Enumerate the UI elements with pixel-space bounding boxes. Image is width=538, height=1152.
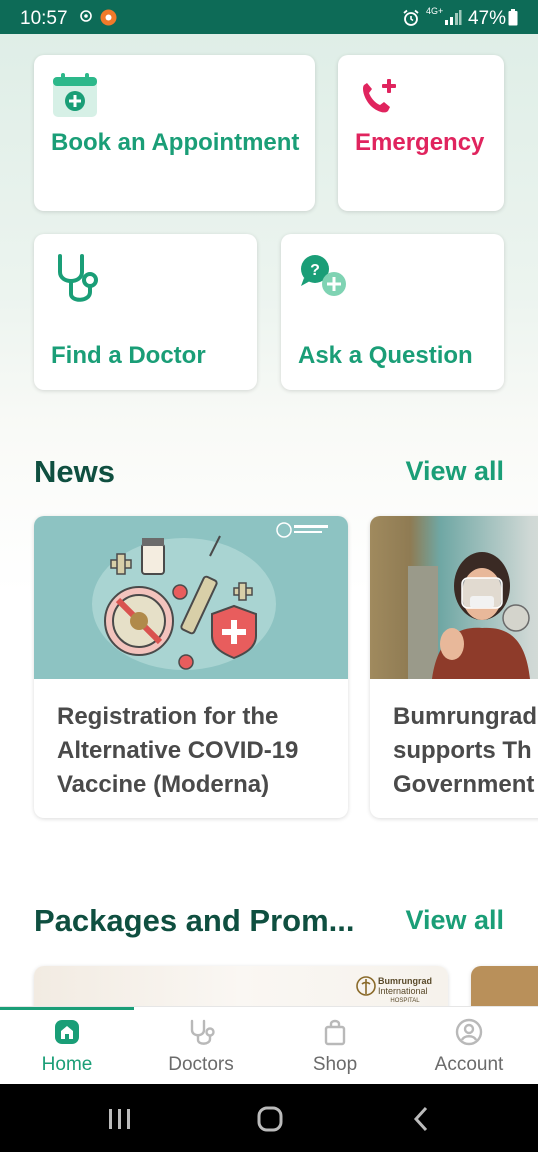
hospital-logo-text: Bumrungrad International HOSPITAL — [378, 976, 432, 1004]
find-doctor-label: Find a Doctor — [51, 342, 206, 369]
nav-shop-label: Shop — [312, 1054, 358, 1075]
back-icon[interactable] — [412, 1106, 430, 1137]
news-view-all-link[interactable]: View all — [405, 456, 504, 487]
battery-icon — [508, 9, 518, 31]
nav-home[interactable]: Home — [0, 1007, 134, 1085]
calendar-plus-icon — [52, 72, 98, 123]
home-icon — [55, 1020, 79, 1044]
news-card[interactable]: Registration for the Alternative COVID-1… — [34, 516, 348, 818]
notification-app-icon — [100, 9, 117, 31]
recent-apps-icon[interactable] — [107, 1108, 133, 1135]
news-image-vaccine — [34, 516, 348, 679]
nav-doctors-label: Doctors — [168, 1054, 234, 1075]
battery-level: 47% — [467, 8, 506, 29]
status-bar: 10:57 4G+ 47% — [0, 0, 538, 34]
ask-question-label: Ask a Question — [298, 342, 473, 369]
emergency-card[interactable]: Emergency — [338, 55, 504, 211]
location-icon — [78, 9, 94, 30]
package-card[interactable]: Bumrungrad International HOSPITAL — [34, 966, 448, 1006]
nav-shop[interactable]: Shop — [268, 1007, 402, 1085]
ask-question-card[interactable]: ? Ask a Question — [281, 234, 504, 390]
nav-home-label: Home — [41, 1054, 93, 1075]
stethoscope-icon — [54, 252, 100, 309]
book-appointment-card[interactable]: Book an Appointment — [34, 55, 315, 211]
bottom-nav: Home Doctors Shop Account — [0, 1006, 538, 1085]
alarm-icon — [402, 9, 420, 32]
news-card[interactable]: Bumrungrad supports Th Government — [370, 516, 538, 818]
news-image-photo — [370, 516, 538, 679]
question-chat-icon: ? — [298, 254, 348, 305]
emergency-label: Emergency — [355, 129, 485, 156]
nav-account[interactable]: Account — [402, 1007, 536, 1085]
network-type-icon: 4G+ — [426, 6, 444, 16]
packages-view-all-link[interactable]: View all — [405, 905, 504, 936]
nav-doctors[interactable]: Doctors — [134, 1007, 268, 1085]
find-doctor-card[interactable]: Find a Doctor — [34, 234, 257, 390]
news-section-title: News — [34, 454, 115, 489]
hospital-logo-icon — [356, 976, 376, 1003]
nav-account-label: Account — [434, 1054, 504, 1075]
status-time: 10:57 — [20, 8, 68, 29]
shopping-bag-icon — [324, 1019, 346, 1046]
package-card[interactable] — [471, 966, 538, 1006]
stethoscope-icon — [190, 1019, 215, 1045]
emergency-phone-icon — [358, 77, 400, 122]
news-title: Bumrungrad supports Th Government — [393, 703, 537, 798]
account-icon — [455, 1018, 483, 1046]
svg-text:?: ? — [310, 262, 320, 279]
news-title: Registration for the Alternative COVID-1… — [57, 703, 299, 798]
home-system-icon[interactable] — [257, 1106, 283, 1137]
home-screen: Book an Appointment Emergency Find a Doc… — [0, 34, 538, 1006]
book-appointment-label: Book an Appointment — [51, 129, 300, 156]
signal-icon — [444, 9, 462, 31]
packages-section-title: Packages and Prom... — [34, 903, 355, 938]
system-navigation-bar — [0, 1084, 538, 1152]
